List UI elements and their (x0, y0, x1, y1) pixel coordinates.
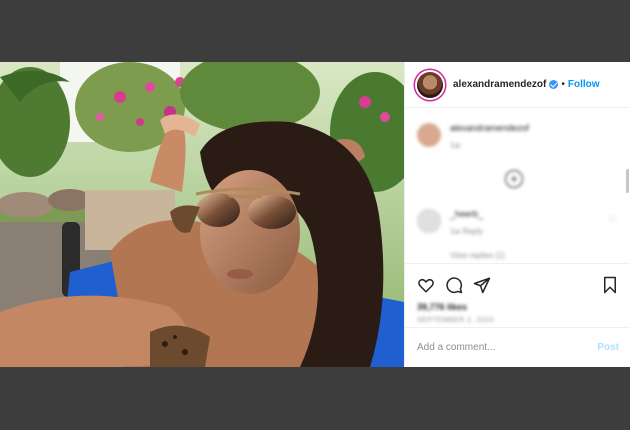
caption-row: alexandramendezof 1w (417, 123, 529, 150)
post-modal: alexandramendezof • Follow alexandramend… (0, 62, 630, 367)
likes-count[interactable]: 39,776 likes (417, 302, 619, 312)
add-comment-bar: Post (405, 327, 630, 367)
author-avatar[interactable] (417, 71, 443, 98)
caption-avatar[interactable] (417, 123, 441, 147)
comment-avatar[interactable] (417, 209, 441, 233)
view-replies-link[interactable]: View replies (1) (450, 251, 505, 260)
comment-row: _heerb_ 1w Reply (417, 209, 483, 236)
post-photo[interactable] (0, 62, 404, 367)
comment-like-icon[interactable]: ♡ (609, 214, 617, 225)
post-header: alexandramendezof • Follow (405, 62, 630, 108)
comments-scrollbar[interactable] (626, 169, 629, 193)
post-actions: 39,776 likes SEPTEMBER 2, 2020 (405, 263, 630, 324)
comment-input[interactable] (417, 342, 598, 353)
comment-icon[interactable] (445, 276, 463, 294)
plus-circle-icon[interactable]: + (505, 170, 523, 188)
post-side-panel: alexandramendezof • Follow alexandramend… (404, 62, 630, 367)
comment-username[interactable]: _heerb_ (450, 209, 483, 219)
action-icons (417, 274, 619, 296)
author-username[interactable]: alexandramendezof (453, 79, 546, 90)
header-separator: • (561, 79, 565, 90)
backdrop-top[interactable] (0, 0, 630, 62)
caption-username[interactable]: alexandramendezof (450, 123, 529, 133)
heart-icon[interactable] (417, 276, 435, 294)
comments-list[interactable]: alexandramendezof 1w + _heerb_ 1w Reply … (405, 109, 630, 263)
post-button[interactable]: Post (597, 342, 619, 353)
photo-illustration (0, 62, 404, 367)
post-date: SEPTEMBER 2, 2020 (417, 317, 494, 324)
replies-row: View replies (1) (417, 251, 505, 260)
backdrop-bottom[interactable] (0, 367, 630, 430)
bookmark-icon[interactable] (601, 276, 619, 294)
share-icon[interactable] (473, 276, 491, 294)
verified-badge-icon (549, 80, 559, 89)
comment-meta[interactable]: 1w Reply (450, 227, 483, 236)
follow-button[interactable]: Follow (568, 79, 600, 90)
caption-meta: 1w (450, 141, 461, 150)
